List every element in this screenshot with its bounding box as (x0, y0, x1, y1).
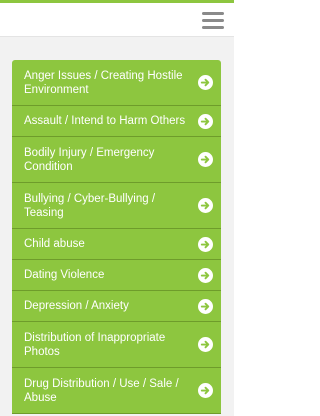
topic-item-child-abuse[interactable]: Child abuse (12, 229, 221, 260)
topic-label: Bullying / Cyber-Bullying / Teasing (24, 192, 156, 219)
topic-label: Distribution of Inappropriate Photos (24, 331, 166, 358)
topic-label: Anger Issues / Creating Hostile Environm… (24, 69, 183, 96)
topic-item-bullying[interactable]: Bullying / Cyber-Bullying / Teasing (12, 183, 221, 229)
arrow-right-circle-icon (198, 236, 213, 252)
topic-item-assault[interactable]: Assault / Intend to Harm Others (12, 106, 221, 137)
topic-label: Dating Violence (24, 269, 105, 281)
arrow-right-circle-icon (198, 337, 213, 352)
hamburger-menu-icon[interactable] (202, 12, 224, 29)
topic-label: Depression / Anxiety (24, 300, 129, 312)
topic-label: Assault / Intend to Harm Others (24, 115, 186, 127)
app-screen: Anger Issues / Creating Hostile Environm… (0, 0, 234, 416)
app-header (0, 3, 234, 37)
arrow-right-circle-icon (198, 152, 213, 167)
arrow-right-circle-icon (198, 267, 213, 283)
topic-label: Drug Distribution / Use / Sale / Abuse (24, 377, 179, 404)
arrow-right-circle-icon (198, 198, 213, 213)
topic-label: Child abuse (24, 238, 85, 250)
topic-item-anger-issues[interactable]: Anger Issues / Creating Hostile Environm… (12, 60, 221, 106)
topic-item-drug-distribution[interactable]: Drug Distribution / Use / Sale / Abuse (12, 368, 221, 414)
arrow-right-circle-icon (198, 75, 213, 90)
topic-list: Anger Issues / Creating Hostile Environm… (12, 60, 221, 414)
topic-item-depression-anxiety[interactable]: Depression / Anxiety (12, 291, 221, 322)
main-content: Anger Issues / Creating Hostile Environm… (0, 37, 234, 416)
menu-line (202, 26, 224, 29)
arrow-right-circle-icon (198, 113, 213, 129)
topic-item-inappropriate-photos[interactable]: Distribution of Inappropriate Photos (12, 322, 221, 368)
menu-line (202, 12, 224, 15)
topic-item-dating-violence[interactable]: Dating Violence (12, 260, 221, 291)
topic-label: Bodily Injury / Emergency Condition (24, 146, 155, 173)
topic-item-bodily-injury[interactable]: Bodily Injury / Emergency Condition (12, 137, 221, 183)
menu-line (202, 19, 224, 22)
arrow-right-circle-icon (198, 383, 213, 398)
arrow-right-circle-icon (198, 298, 213, 314)
